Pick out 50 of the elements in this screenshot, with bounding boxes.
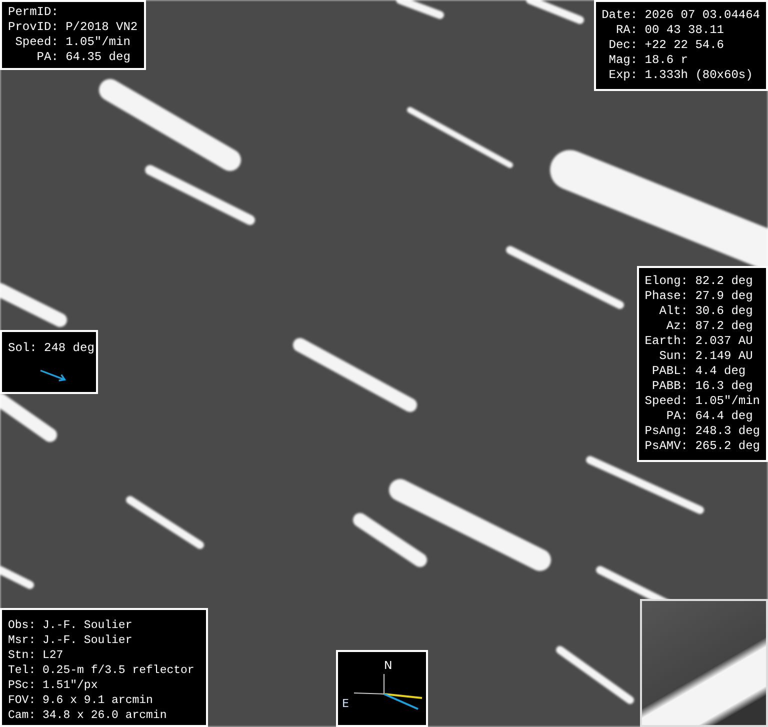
field-value: 248.3 deg bbox=[695, 424, 760, 439]
field-label: PermID: bbox=[8, 5, 58, 20]
field-value: 1.333h (80x60s) bbox=[644, 68, 754, 83]
field-value: +22 22 54.6 bbox=[644, 38, 725, 53]
field-label: RA: bbox=[614, 23, 638, 38]
field-label: PA: bbox=[665, 409, 688, 424]
field-label: Phase: bbox=[644, 289, 688, 304]
field-value: 27.9 deg bbox=[695, 289, 754, 304]
info-line: Stn: L27 bbox=[8, 648, 64, 663]
field-label: PA: bbox=[36, 50, 58, 65]
field-label: PABB: bbox=[650, 379, 688, 394]
field-label: Exp: bbox=[608, 68, 638, 83]
field-value: 1.05"/min bbox=[66, 35, 132, 50]
field-label: Az: bbox=[665, 319, 688, 334]
field-value: 18.6 r bbox=[644, 53, 689, 68]
east-label: E bbox=[342, 696, 349, 711]
info-line: Msr: J.-F. Soulier bbox=[8, 633, 132, 648]
info-line: Tel: 0.25-m f/3.5 reflector bbox=[8, 663, 194, 678]
field-label: ProvID: bbox=[8, 20, 58, 35]
field-value: 265.2 deg bbox=[695, 439, 760, 454]
field-label: Speed: bbox=[644, 394, 688, 409]
field-label: PABL: bbox=[650, 364, 688, 379]
field-label: Sun: bbox=[658, 349, 688, 364]
info-line: Obs: J.-F. Soulier bbox=[8, 618, 132, 633]
field-value: 2.149 AU bbox=[695, 349, 754, 364]
field-label: Date: bbox=[602, 8, 638, 23]
field-label: Speed: bbox=[14, 35, 58, 50]
field-value: 87.2 deg bbox=[695, 319, 754, 334]
field-value: 4.4 deg bbox=[695, 364, 747, 379]
field-label: Dec: bbox=[608, 38, 638, 53]
field-label: Mag: bbox=[608, 53, 638, 68]
field-value: 2026 07 03.04464 bbox=[644, 8, 760, 23]
field-value: 1.05"/min bbox=[695, 394, 760, 409]
field-label: PsAng: bbox=[644, 424, 688, 439]
field-value: P/2018 VN2 bbox=[66, 20, 138, 35]
north-label: N bbox=[384, 658, 392, 673]
field-value: 16.3 deg bbox=[695, 379, 754, 394]
info-line: PSc: 1.51"/px bbox=[8, 678, 98, 693]
field-value: 2.037 AU bbox=[695, 334, 754, 349]
field-label: PsAMV: bbox=[644, 439, 688, 454]
field-value: 64.4 deg bbox=[695, 409, 754, 424]
info-line: Cam: 34.8 x 26.0 arcmin bbox=[8, 708, 167, 723]
field-label: Earth: bbox=[644, 334, 688, 349]
field-value: 00 43 38.11 bbox=[644, 23, 725, 38]
field-value: 64.35 deg bbox=[66, 50, 132, 65]
field-label: Alt: bbox=[658, 304, 688, 319]
field-value: 82.2 deg bbox=[695, 274, 754, 289]
field-label: Elong: bbox=[644, 274, 688, 289]
info-line: FOV: 9.6 x 9.1 arcmin bbox=[8, 693, 153, 708]
field-value: 30.6 deg bbox=[695, 304, 754, 319]
